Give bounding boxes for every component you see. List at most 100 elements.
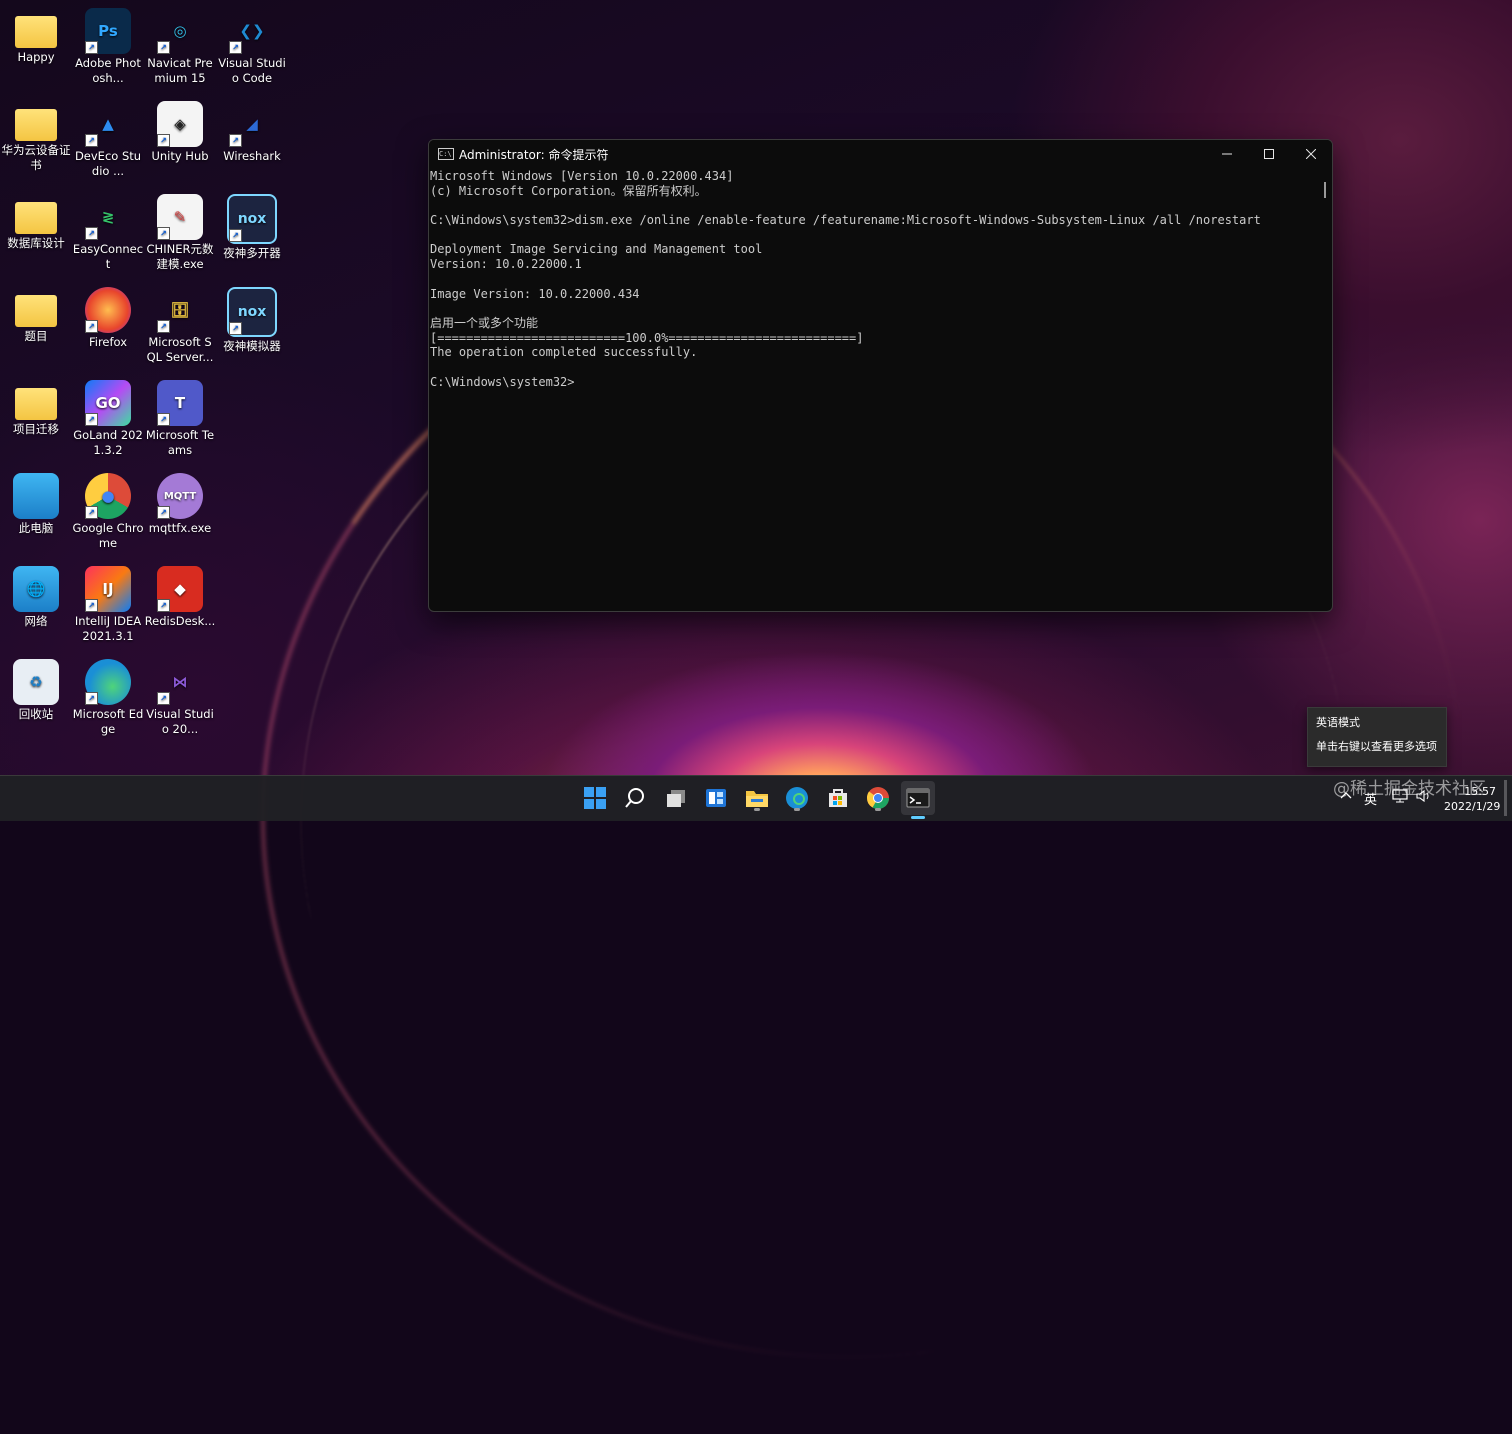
chrome-icon: ● ↗ xyxy=(85,473,131,519)
desktop-shortcut[interactable]: ◈ ↗ Unity Hub xyxy=(144,97,216,190)
shortcut-arrow-icon: ↗ xyxy=(85,692,98,705)
firefox-icon: ↗ xyxy=(85,287,131,333)
desktop-shortcut-label: Microsoft SQL Server... xyxy=(146,335,214,364)
desktop-shortcut[interactable]: ≷ ↗ EasyConnect xyxy=(72,190,144,283)
desktop-shortcut-label: Visual Studio 20... xyxy=(146,707,214,736)
console-line: C:\Windows\system32>dism.exe /online /en… xyxy=(430,213,1261,228)
task-view-button[interactable] xyxy=(662,784,690,812)
desktop-shortcut-label: 回收站 xyxy=(18,707,54,721)
navicat-icon: ◎ ↗ xyxy=(157,8,203,54)
show-desktop-button[interactable] xyxy=(1504,780,1507,816)
desktop-shortcut[interactable]: ◆ ↗ RedisDesk... xyxy=(144,562,216,655)
desktop-shortcut[interactable]: MQTT ↗ mqttfx.exe xyxy=(144,469,216,562)
edge-icon xyxy=(786,787,808,809)
search-button[interactable] xyxy=(621,784,649,812)
start-icon xyxy=(584,787,606,809)
folder-icon xyxy=(15,388,57,420)
widgets-button[interactable] xyxy=(702,784,730,812)
close-button[interactable] xyxy=(1290,140,1332,168)
desktop-shortcut[interactable]: ⋈ ↗ Visual Studio 20... xyxy=(144,655,216,748)
shortcut-arrow-icon: ↗ xyxy=(85,41,98,54)
computer-icon xyxy=(13,473,59,519)
redis-icon: ◆ ↗ xyxy=(157,566,203,612)
desktop-shortcut[interactable]: ❮❯ ↗ Visual Studio Code xyxy=(216,4,288,97)
network-icon: 🌐 xyxy=(13,566,59,612)
edge-icon: ↗ xyxy=(85,659,131,705)
desktop-shortcut[interactable]: 华为云设备证书 xyxy=(0,97,72,190)
console-line: Microsoft Windows [Version 10.0.22000.43… xyxy=(430,169,734,183)
folder-icon xyxy=(15,202,57,234)
desktop-shortcut[interactable]: T ↗ Microsoft Teams xyxy=(144,376,216,469)
minimize-button[interactable] xyxy=(1206,140,1248,168)
desktop-shortcut[interactable]: ◎ ↗ Navicat Premium 15 xyxy=(144,4,216,97)
store-button[interactable] xyxy=(824,784,852,812)
goland-icon: GO ↗ xyxy=(85,380,131,426)
desktop-shortcut-label: 此电脑 xyxy=(18,521,54,535)
shortcut-arrow-icon: ↗ xyxy=(85,413,98,426)
desktop-shortcut[interactable]: ♻ 回收站 xyxy=(0,655,72,748)
cmd-console-output[interactable]: Microsoft Windows [Version 10.0.22000.43… xyxy=(430,169,1318,611)
cmd-window[interactable]: C:\ Administrator: 命令提示符 Microsoft Windo… xyxy=(428,139,1333,612)
recycle-bin-icon: ♻ xyxy=(13,659,59,705)
ime-tooltip: 英语模式 单击右键以查看更多选项 xyxy=(1307,707,1447,767)
desktop-shortcut[interactable]: ◢ ↗ Wireshark xyxy=(216,97,288,190)
shortcut-arrow-icon: ↗ xyxy=(229,229,242,242)
teams-icon: T ↗ xyxy=(157,380,203,426)
shortcut-arrow-icon: ↗ xyxy=(157,134,170,147)
desktop-shortcut[interactable]: 数据库设计 xyxy=(0,190,72,283)
maximize-button[interactable] xyxy=(1248,140,1290,168)
nox-icon: nox ↗ xyxy=(227,194,277,244)
visual-studio-icon: ⋈ ↗ xyxy=(157,659,203,705)
desktop-shortcut[interactable]: nox ↗ 夜神模拟器 xyxy=(216,283,288,376)
mqttfx-icon: MQTT ↗ xyxy=(157,473,203,519)
desktop-shortcut-label: mqttfx.exe xyxy=(148,521,212,535)
desktop-shortcut[interactable]: nox ↗ 夜神多开器 xyxy=(216,190,288,283)
desktop-shortcut-label: 夜神多开器 xyxy=(223,246,281,260)
shortcut-arrow-icon: ↗ xyxy=(229,134,242,147)
chrome-icon xyxy=(866,787,889,809)
desktop-shortcut[interactable]: Happy xyxy=(0,4,72,97)
desktop-shortcut[interactable]: ✎ ↗ CHINER元数建模.exe xyxy=(144,190,216,283)
shortcut-arrow-icon: ↗ xyxy=(85,599,98,612)
shortcut-arrow-icon: ↗ xyxy=(85,134,98,147)
desktop-shortcut-label: Adobe Photosh... xyxy=(75,56,141,85)
desktop-shortcut[interactable]: 🌐 网络 xyxy=(0,562,72,655)
shortcut-arrow-icon: ↗ xyxy=(229,41,242,54)
desktop-shortcut[interactable]: GO ↗ GoLand 2021.3.2 xyxy=(72,376,144,469)
shortcut-arrow-icon: ↗ xyxy=(157,41,170,54)
desktop-shortcut[interactable]: IJ ↗ IntelliJ IDEA 2021.3.1 xyxy=(72,562,144,655)
shortcut-arrow-icon: ↗ xyxy=(157,692,170,705)
desktop-shortcut[interactable]: ● ↗ Google Chrome xyxy=(72,469,144,562)
sqlserver-icon: 🗄 ↗ xyxy=(157,287,203,333)
cmd-titlebar[interactable]: C:\ Administrator: 命令提示符 xyxy=(429,140,1332,168)
terminal-taskbar-button[interactable] xyxy=(901,781,935,819)
desktop-shortcut[interactable]: 🗄 ↗ Microsoft SQL Server... xyxy=(144,283,216,376)
minimize-icon xyxy=(1222,153,1232,155)
edge-taskbar-button[interactable] xyxy=(783,784,811,812)
desktop-shortcut[interactable]: Ps ↗ Adobe Photosh... xyxy=(72,4,144,97)
file-explorer-button[interactable] xyxy=(743,784,771,812)
desktop-shortcut[interactable]: ▲ ↗ DevEco Studio ... xyxy=(72,97,144,190)
ime-hint-text: 单击右键以查看更多选项 xyxy=(1316,740,1437,753)
desktop-shortcut[interactable]: 项目迁移 xyxy=(0,376,72,469)
desktop-shortcut-label: GoLand 2021.3.2 xyxy=(73,428,143,457)
desktop-shortcut-label: EasyConnect xyxy=(72,242,144,271)
desktop-shortcut-label: Happy xyxy=(17,50,55,64)
terminal-icon xyxy=(906,788,930,808)
desktop-shortcut-label: DevEco Studio ... xyxy=(74,149,142,178)
start-button[interactable] xyxy=(581,784,609,812)
desktop-shortcut[interactable]: ↗ Microsoft Edge xyxy=(72,655,144,748)
desktop-shortcut[interactable]: 题目 xyxy=(0,283,72,376)
wireshark-icon: ◢ ↗ xyxy=(229,101,275,147)
close-icon xyxy=(1306,149,1316,159)
chrome-taskbar-button[interactable] xyxy=(864,784,892,812)
scrollbar-thumb[interactable] xyxy=(1324,182,1326,198)
chiner-icon: ✎ ↗ xyxy=(157,194,203,240)
shortcut-arrow-icon: ↗ xyxy=(157,506,170,519)
desktop-shortcut[interactable]: ↗ Firefox xyxy=(72,283,144,376)
desktop-shortcut[interactable]: 此电脑 xyxy=(0,469,72,562)
task-view-icon xyxy=(667,790,685,807)
